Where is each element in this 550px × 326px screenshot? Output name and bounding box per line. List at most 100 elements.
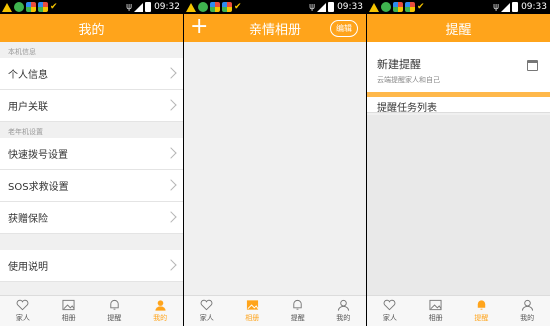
app-icon: [393, 2, 403, 12]
chevron-right-icon: [165, 211, 177, 223]
section-header: 老年机设置: [0, 122, 183, 138]
bell-icon: [477, 300, 486, 310]
bottom-nav: 家人 相册 提醒 我的: [184, 295, 366, 326]
app-icon: [38, 2, 48, 12]
menu-item-label: 个人信息: [8, 70, 48, 81]
nav-label: 提醒: [290, 314, 305, 322]
picture-icon: [62, 299, 75, 311]
picture-icon: [246, 300, 259, 310]
nav-tab-family[interactable]: 家人: [0, 296, 46, 326]
nav-tab-mine[interactable]: 我的: [321, 296, 367, 326]
bottom-nav: 家人 相册 提醒 我的: [367, 295, 550, 326]
chevron-right-icon: [165, 179, 177, 191]
check-icon: ✔: [234, 2, 242, 12]
bell-icon: [110, 299, 119, 310]
edit-button[interactable]: 编辑: [330, 20, 358, 37]
section-header: 本机信息: [0, 42, 183, 58]
nav-tab-reminder[interactable]: 提醒: [459, 296, 505, 326]
picture-icon: [429, 299, 442, 311]
usb-icon: ψ: [126, 2, 133, 12]
nav-label: 我的: [153, 314, 168, 322]
status-bar: ✔ ψ 09:33: [367, 0, 550, 14]
check-icon: ✔: [417, 2, 425, 12]
reminder-list-header: 提醒任务列表: [367, 97, 550, 114]
nav-label: 家人: [382, 314, 397, 322]
nav-tab-mine[interactable]: 我的: [504, 296, 550, 326]
usb-icon: ψ: [309, 2, 316, 12]
section-gap: [0, 234, 183, 250]
menu-item-label: SOS求救设置: [8, 182, 69, 193]
menu-item-instructions[interactable]: 使用说明: [0, 250, 183, 282]
person-icon: [521, 299, 533, 311]
nav-label: 我的: [520, 314, 535, 322]
nav-label: 家人: [199, 314, 214, 322]
menu-item-label: 用户关联: [8, 102, 48, 113]
reminder-content: 新建提醒 云端提醒家人和自己 提醒任务列表: [367, 42, 550, 295]
nav-tab-album[interactable]: 相册: [413, 296, 459, 326]
nav-tab-mine[interactable]: 我的: [137, 296, 183, 326]
nav-label: 我的: [336, 314, 351, 322]
clock: 09:33: [521, 2, 547, 12]
battery-icon: [328, 2, 335, 12]
bell-icon: [293, 299, 302, 310]
battery-icon: [145, 2, 152, 12]
heart-icon: [16, 299, 29, 311]
person-icon: [155, 300, 166, 311]
menu-item-sos[interactable]: SOS求救设置: [0, 170, 183, 202]
status-bar: ✔ ψ 09:32: [0, 0, 183, 14]
wechat-icon: [198, 2, 208, 12]
title-bar: 我的: [0, 14, 183, 42]
nav-tab-album[interactable]: 相册: [46, 296, 92, 326]
signal-icon: [317, 2, 327, 12]
menu-item-label: 使用说明: [8, 262, 48, 273]
status-bar: ✔ ψ 09:33: [184, 0, 366, 14]
heart-icon: [200, 299, 213, 311]
chevron-right-icon: [165, 147, 177, 159]
page-title: 亲情相册: [248, 22, 301, 38]
new-reminder-title: 新建提醒: [377, 58, 421, 71]
nav-label: 提醒: [107, 314, 122, 322]
check-icon: ✔: [50, 2, 58, 12]
nav-tab-family[interactable]: 家人: [367, 296, 413, 326]
warning-icon: [369, 2, 379, 12]
reminder-list: [367, 115, 550, 295]
signal-icon: [501, 2, 511, 12]
clock: 09:32: [154, 2, 180, 12]
page-title: 我的: [78, 22, 105, 38]
app-icon: [210, 2, 220, 12]
wechat-icon: [14, 2, 24, 12]
nav-label: 相册: [245, 314, 260, 322]
menu-item-label: 获赠保险: [8, 214, 48, 225]
usb-icon: ψ: [493, 2, 500, 12]
bottom-nav: 家人 相册 提醒 我的: [0, 295, 183, 326]
clock: 09:33: [337, 2, 363, 12]
nav-label: 相册: [428, 314, 443, 322]
album-grid: [184, 42, 366, 295]
nav-tab-family[interactable]: 家人: [184, 296, 230, 326]
menu-item-personal-info[interactable]: 个人信息: [0, 58, 183, 90]
settings-list: 本机信息 个人信息 用户关联 老年机设置 快速拨号设置 SOS求救设置 获赠保险…: [0, 42, 183, 295]
title-bar: + 亲情相册 编辑: [184, 14, 366, 42]
nav-tab-reminder[interactable]: 提醒: [275, 296, 321, 326]
menu-item-speed-dial[interactable]: 快速拨号设置: [0, 138, 183, 170]
wechat-icon: [381, 2, 391, 12]
person-icon: [337, 299, 349, 311]
add-photo-button[interactable]: +: [190, 16, 208, 38]
chevron-right-icon: [165, 99, 177, 111]
menu-item-user-link[interactable]: 用户关联: [0, 90, 183, 122]
nav-tab-reminder[interactable]: 提醒: [92, 296, 138, 326]
menu-item-insurance[interactable]: 获赠保险: [0, 202, 183, 234]
signal-icon: [134, 2, 144, 12]
app-icon: [405, 2, 415, 12]
panel-reminder: ✔ ψ 09:33 提醒 新建提醒 云端提醒家人和自己 提醒任务列表 家人 相册: [367, 0, 550, 326]
warning-icon: [2, 2, 12, 12]
heart-icon: [383, 299, 396, 311]
new-reminder-subtitle: 云端提醒家人和自己: [377, 76, 440, 84]
calendar-icon[interactable]: [527, 60, 538, 71]
nav-label: 相册: [61, 314, 76, 322]
nav-tab-album[interactable]: 相册: [230, 296, 276, 326]
new-reminder-item[interactable]: 新建提醒 云端提醒家人和自己: [367, 42, 550, 92]
chevron-right-icon: [165, 259, 177, 271]
page-title: 提醒: [445, 22, 472, 38]
app-icon: [222, 2, 232, 12]
